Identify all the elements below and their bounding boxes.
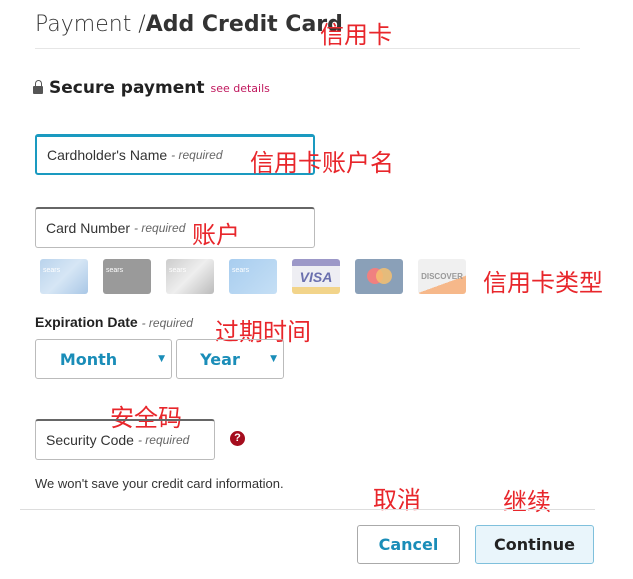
chevron-down-icon: ▼	[158, 354, 165, 364]
security-code-input[interactable]: Security Code - required	[35, 419, 215, 460]
secure-payment: Secure payment see details	[33, 78, 270, 98]
sears-card-icon: sears	[40, 259, 88, 294]
sears-commercial-card-icon: sears	[229, 259, 277, 294]
secure-label: Secure payment	[49, 78, 205, 98]
annotation-title: 信用卡	[320, 21, 392, 49]
sears-mastercard-silver-icon: sears	[166, 259, 214, 294]
visa-icon: VISA	[292, 259, 340, 294]
lock-icon	[33, 80, 43, 94]
divider	[35, 48, 580, 49]
annotation-types: 信用卡类型	[483, 269, 603, 297]
see-details-link[interactable]: see details	[210, 82, 269, 95]
chevron-down-icon: ▼	[270, 354, 277, 364]
continue-button[interactable]: Continue	[475, 525, 594, 564]
annotation-continue: 继续	[503, 488, 551, 516]
expiration-label: Expiration Date - required	[35, 314, 193, 330]
sears-mastercard-gray-icon: sears	[103, 259, 151, 294]
help-icon[interactable]: ?	[230, 431, 245, 446]
year-select[interactable]: Year ▼	[176, 339, 284, 379]
mastercard-icon	[355, 259, 403, 294]
page-title: Payment /Add Credit Card	[35, 12, 343, 37]
footer-divider	[20, 509, 595, 510]
card-number-input[interactable]: Card Number - required	[35, 207, 315, 248]
annotation-name: 信用卡账户名	[250, 149, 394, 177]
month-select[interactable]: Month ▼	[35, 339, 172, 379]
privacy-notice: We won't save your credit card informati…	[35, 476, 284, 491]
cancel-button[interactable]: Cancel	[357, 525, 460, 564]
annotation-number: 账户	[192, 221, 240, 249]
discover-icon: DISCOVER	[418, 259, 466, 294]
